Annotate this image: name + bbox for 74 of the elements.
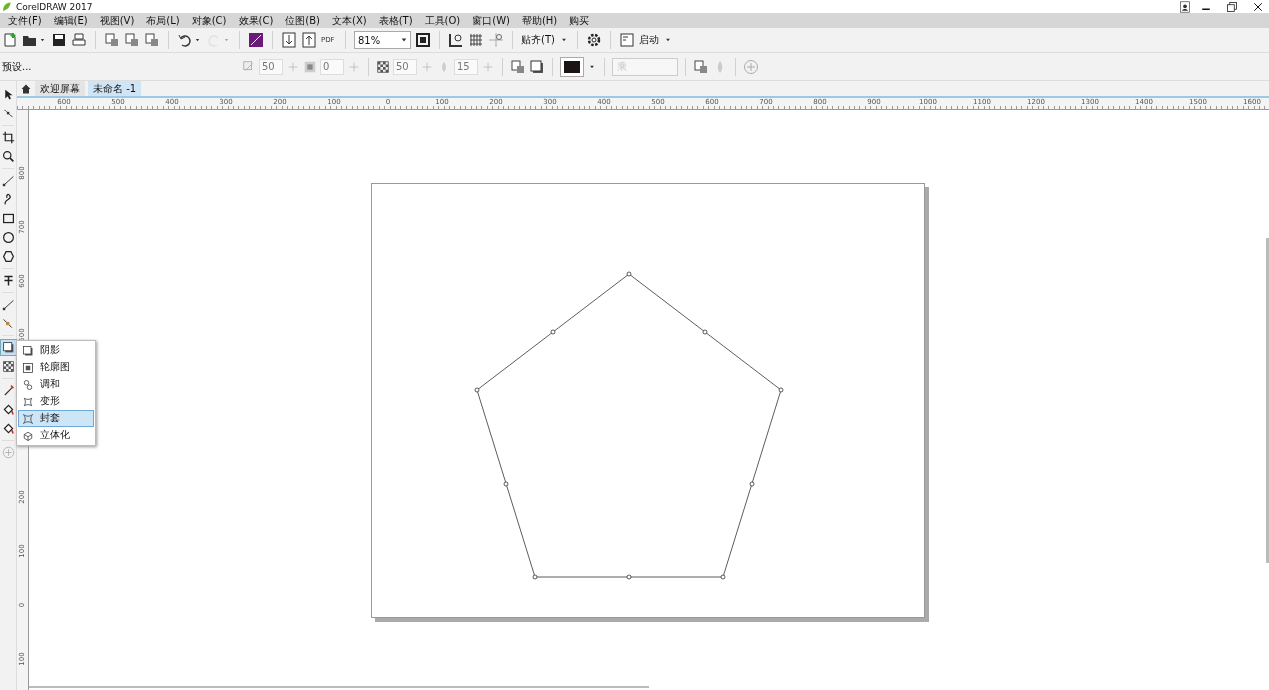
menu-item[interactable]: 编辑(E) (47, 13, 94, 28)
zoom-dropdown[interactable]: 81% (354, 31, 411, 49)
menu-item[interactable]: 帮助(H) (515, 13, 564, 28)
document-tab[interactable]: 欢迎屏幕 (35, 81, 85, 96)
launch-dropdown[interactable]: 启动 (638, 33, 659, 47)
menu-item[interactable]: 效果(C) (232, 13, 280, 28)
shadow-icon[interactable] (529, 58, 545, 75)
polygon-icon[interactable] (1, 250, 15, 263)
close-icon[interactable] (1252, 0, 1264, 13)
flyout-menu-item[interactable]: 变形 (18, 393, 94, 410)
color-picker[interactable] (560, 56, 584, 77)
vertical-scrollbar[interactable] (1266, 238, 1269, 563)
bucket-icon[interactable] (1, 422, 15, 435)
menu-item[interactable]: 表格(T) (372, 13, 419, 28)
horizontal-scrollbar[interactable] (29, 686, 649, 688)
copy-icon[interactable] (104, 32, 120, 48)
menu-item[interactable]: 文本(X) (326, 13, 373, 28)
flyout-menu-item[interactable]: 轮廓图 (18, 359, 94, 376)
envelope-icon[interactable] (22, 412, 34, 425)
number-field[interactable]: 50 (259, 58, 283, 75)
connector-icon[interactable] (1, 317, 15, 330)
distort-icon[interactable] (22, 395, 34, 408)
flyout-menu-item[interactable]: 立体化 (18, 427, 94, 444)
fullscreen-icon[interactable] (415, 32, 431, 48)
copy-icon[interactable] (693, 58, 709, 75)
search-icon[interactable] (1, 150, 15, 163)
number-field[interactable]: 0 (320, 58, 344, 75)
shadow-icon[interactable] (1, 341, 15, 354)
restore-icon[interactable] (1226, 0, 1238, 13)
guidelines-icon[interactable] (488, 32, 504, 48)
document-tab[interactable]: 未命名 -1 (88, 81, 142, 96)
menu-item[interactable]: 购买 (563, 13, 596, 28)
rect-icon[interactable] (1, 212, 15, 225)
import-icon[interactable] (281, 32, 297, 48)
extrude-icon[interactable] (22, 429, 34, 442)
blend-icon[interactable] (22, 378, 34, 391)
home-icon[interactable] (20, 82, 32, 95)
checker-icon[interactable] (1, 360, 15, 373)
copy-icon[interactable] (124, 32, 140, 48)
panel-icon[interactable] (618, 32, 635, 48)
number-field[interactable]: 15 (454, 58, 478, 75)
menu-item[interactable]: 窗口(W) (466, 13, 516, 28)
menu-item[interactable]: 对象(C) (185, 13, 233, 28)
preset-dropdown[interactable]: 预设... (0, 59, 46, 74)
grid-icon[interactable] (468, 32, 484, 48)
number-field[interactable]: 50 (393, 58, 417, 75)
snap-dropdown[interactable]: 贴齐(T) (521, 33, 555, 47)
flyout-menu-item[interactable]: 阴影 (18, 342, 94, 359)
copy-icon[interactable] (144, 32, 160, 48)
export-icon[interactable] (301, 32, 317, 48)
line-icon[interactable] (1, 174, 15, 187)
bucket-icon[interactable] (1, 403, 15, 416)
menu-item[interactable]: 视图(V) (93, 13, 141, 28)
line-icon[interactable] (1, 298, 15, 311)
save-icon[interactable] (51, 32, 67, 48)
menu-item[interactable]: 文件(F) (2, 13, 48, 28)
profile-icon[interactable] (1179, 0, 1191, 13)
settings-icon[interactable] (585, 32, 602, 48)
text-icon[interactable] (1, 274, 15, 287)
rulers-icon[interactable] (448, 32, 464, 48)
contour-icon[interactable] (22, 361, 34, 374)
shadow-icon[interactable] (22, 344, 34, 357)
undo-icon[interactable] (177, 32, 193, 48)
menu-item[interactable]: 布局(L) (140, 13, 186, 28)
flyout-menu-item[interactable]: 调和 (18, 376, 94, 393)
crop-icon[interactable] (1, 131, 15, 144)
ellipse-icon[interactable] (1, 231, 15, 244)
menu-item[interactable]: 工具(O) (418, 13, 467, 28)
flyout-menu-item[interactable]: 封套 (18, 410, 94, 427)
checker-icon[interactable] (376, 59, 390, 74)
print-icon[interactable] (71, 32, 87, 48)
window-title: CorelDRAW 2017 (16, 1, 93, 12)
node-icon[interactable] (1, 107, 15, 120)
menu-item[interactable]: 位图(B) (279, 13, 326, 28)
